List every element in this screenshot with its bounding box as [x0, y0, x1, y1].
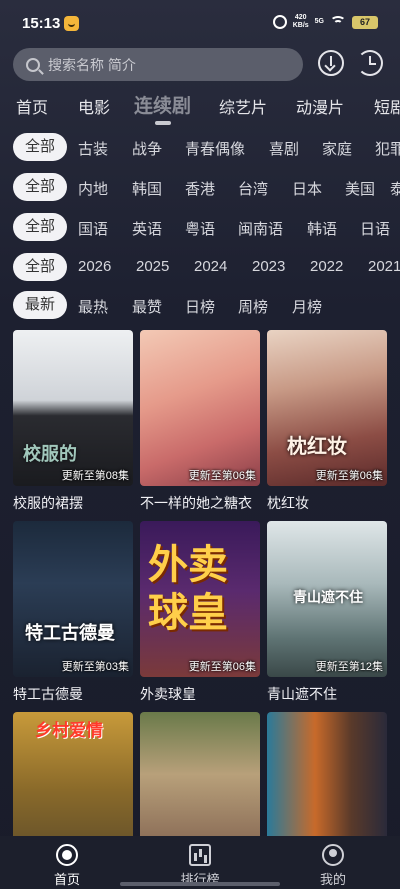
poster: 枕红妆 更新至第06集 — [267, 330, 387, 486]
tab-short[interactable]: 短剧 — [374, 94, 400, 118]
filter-chip[interactable]: 青春偶像 — [185, 138, 245, 159]
home-icon — [56, 844, 78, 866]
filter-chip[interactable]: 2022 — [310, 258, 343, 275]
filter-chip[interactable]: 闽南语 — [238, 218, 283, 239]
search-bar[interactable] — [13, 48, 303, 81]
filter-chip[interactable]: 全部 — [13, 173, 68, 201]
filter-chip[interactable]: 美国 — [345, 178, 375, 199]
app-notification-icon — [64, 16, 79, 31]
active-tab-indicator — [155, 121, 171, 125]
filter-chip[interactable]: 最新 — [13, 291, 68, 319]
show-card[interactable]: 枕红妆 更新至第06集 枕红妆 — [267, 330, 387, 513]
filter-chip[interactable]: 日本 — [292, 178, 322, 199]
wifi-icon — [330, 16, 346, 28]
status-bar: 15:13 420 KB/s 5G 67 — [0, 0, 400, 44]
filter-chip[interactable]: 2021 — [368, 258, 400, 275]
rank-icon — [189, 844, 211, 866]
filter-chip[interactable]: 2025 — [136, 258, 169, 275]
show-title: 枕红妆 — [267, 495, 309, 511]
tab-movie[interactable]: 电影 — [78, 94, 110, 118]
filter-chip[interactable]: 战争 — [132, 138, 162, 159]
tab-anime[interactable]: 动漫片 — [296, 94, 344, 118]
filter-chip[interactable]: 周榜 — [238, 296, 268, 317]
me-icon — [322, 844, 344, 866]
filter-chip[interactable]: 泰 — [390, 178, 400, 199]
show-title: 外卖球皇 — [140, 686, 196, 702]
signal-label: 5G — [314, 18, 324, 25]
update-badge: 更新至第08集 — [61, 470, 129, 482]
status-time: 15:13 — [22, 15, 61, 32]
nav-home[interactable]: 首页 — [27, 844, 107, 888]
filter-chip[interactable]: 古装 — [78, 138, 108, 159]
search-icon — [26, 57, 40, 72]
show-card[interactable]: 青山遮不住 更新至第12集 青山遮不住 — [267, 521, 387, 704]
filter-chip[interactable]: 国语 — [78, 218, 108, 239]
filter-row-genre: 全部 古装 战争 青春偶像 喜剧 家庭 犯罪 — [0, 133, 400, 163]
download-icon[interactable] — [318, 50, 344, 76]
update-badge: 更新至第12集 — [315, 661, 383, 673]
filter-chip[interactable]: 英语 — [132, 218, 162, 239]
update-badge: 更新至第03集 — [61, 661, 129, 673]
alarm-icon — [272, 15, 287, 29]
filter-row-language: 全部 国语 英语 粤语 闽南语 韩语 日语 — [0, 213, 400, 243]
tab-home[interactable]: 首页 — [16, 94, 48, 118]
show-title: 青山遮不住 — [267, 686, 337, 702]
category-tabs: 首页 电影 连续剧 综艺片 动漫片 短剧 — [0, 88, 400, 128]
show-title: 不一样的她之糖衣 — [140, 495, 252, 511]
battery-icon: 67 — [352, 15, 378, 29]
filter-chip[interactable]: 2023 — [252, 258, 285, 275]
update-badge: 更新至第06集 — [315, 470, 383, 482]
history-icon[interactable] — [357, 50, 383, 76]
filter-chip[interactable]: 香港 — [185, 178, 215, 199]
nav-me[interactable]: 我的 — [293, 844, 373, 888]
filter-chip[interactable]: 2024 — [194, 258, 227, 275]
poster: 校服的 更新至第08集 — [13, 330, 133, 486]
status-icons: 420 KB/s 5G 67 — [272, 14, 378, 30]
poster: 外卖球皇 更新至第06集 — [140, 521, 260, 677]
filter-chip[interactable]: 内地 — [78, 178, 108, 199]
filter-chip[interactable]: 全部 — [13, 253, 68, 281]
filter-chip[interactable]: 犯罪 — [375, 138, 400, 159]
filter-chip[interactable]: 韩语 — [307, 218, 337, 239]
show-title: 校服的裙摆 — [13, 495, 83, 511]
filter-chip[interactable]: 日语 — [360, 218, 390, 239]
poster: 特工古德曼 更新至第03集 — [13, 521, 133, 677]
show-title: 特工古德曼 — [13, 686, 83, 702]
filter-row-sort: 最新 最热 最赞 日榜 周榜 月榜 — [0, 291, 400, 321]
update-badge: 更新至第06集 — [188, 470, 256, 482]
net-speed: 420 KB/s — [292, 14, 309, 29]
show-card[interactable]: 更新至第06集 不一样的她之糖衣 — [140, 330, 260, 513]
home-indicator — [120, 882, 280, 886]
update-badge: 更新至第06集 — [188, 661, 256, 673]
nav-label: 我的 — [319, 872, 346, 887]
show-card[interactable]: 校服的 更新至第08集 校服的裙摆 — [13, 330, 133, 513]
show-card[interactable]: 特工古德曼 更新至第03集 特工古德曼 — [13, 521, 133, 704]
filter-chip[interactable]: 最热 — [78, 296, 108, 317]
poster: 青山遮不住 更新至第12集 — [267, 521, 387, 677]
filter-chip[interactable]: 粤语 — [185, 218, 215, 239]
search-input[interactable] — [48, 56, 268, 73]
poster: 更新至第06集 — [140, 330, 260, 486]
filter-chip[interactable]: 日榜 — [185, 296, 215, 317]
show-card[interactable]: 外卖球皇 更新至第06集 外卖球皇 — [140, 521, 260, 704]
filter-chip[interactable]: 最赞 — [132, 296, 162, 317]
filter-chip[interactable]: 台湾 — [238, 178, 268, 199]
nav-label: 首页 — [53, 872, 80, 887]
filter-row-region: 全部 内地 韩国 香港 台湾 日本 美国 泰 — [0, 173, 400, 203]
tab-series[interactable]: 连续剧 — [134, 91, 191, 118]
filter-chip[interactable]: 家庭 — [322, 138, 352, 159]
filter-row-year: 全部 2026 2025 2024 2023 2022 2021 — [0, 253, 400, 283]
filter-chip[interactable]: 2026 — [78, 258, 111, 275]
filter-chip[interactable]: 全部 — [13, 133, 68, 161]
filter-chip[interactable]: 喜剧 — [269, 138, 299, 159]
tab-variety[interactable]: 综艺片 — [219, 94, 267, 118]
filter-chip[interactable]: 韩国 — [132, 178, 162, 199]
filter-chip[interactable]: 全部 — [13, 213, 68, 241]
filter-chip[interactable]: 月榜 — [292, 296, 322, 317]
